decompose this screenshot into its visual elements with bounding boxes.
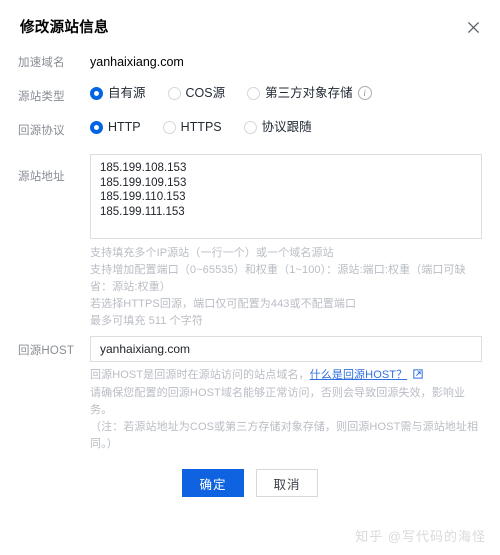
dialog-form: 加速域名 yanhaixiang.com 源站类型 自有源 COS源 第三方对象… (0, 52, 500, 497)
field-origin-host: yanhaixiang.com 回源HOST是回源时在源站访问的站点域名，什么是… (90, 336, 482, 453)
radio-label-origin-type-cos: COS源 (185, 86, 226, 100)
radio-mark-icon (162, 120, 176, 134)
helper-line: 支持增加配置端口（0~65535）和权重（1~100）：源站:端口:权重（端口可… (90, 264, 466, 293)
field-origin-address: 185.199.108.153 185.199.109.153 185.199.… (90, 154, 482, 330)
label-origin-address: 源站地址 (18, 171, 65, 183)
helper-line: 请确保您配置的回源HOST域名能够正常访问，否则会导致回源失效，影响业务。 (90, 387, 466, 416)
origin-address-textarea[interactable]: 185.199.108.153 185.199.109.153 185.199.… (90, 154, 482, 239)
info-circle-icon[interactable]: i (357, 86, 372, 100)
radio-mark-icon (243, 120, 257, 134)
label-origin-host: 回源HOST (18, 345, 75, 357)
confirm-button[interactable]: 确定 (182, 469, 244, 497)
page-title: 修改源站信息 (20, 19, 109, 36)
origin-host-input[interactable]: yanhaixiang.com (90, 336, 482, 362)
field-row-origin-host: 回源HOST yanhaixiang.com 回源HOST是回源时在源站访问的站… (18, 336, 482, 453)
origin-type-radio-group: 自有源 COS源 第三方对象存储 i (90, 86, 482, 100)
radio-protocol-follow[interactable]: 协议跟随 (243, 120, 312, 134)
field-row-origin-protocol: 回源协议 HTTP HTTPS 协议跟随 (18, 120, 482, 140)
origin-protocol-radio-group: HTTP HTTPS 协议跟随 (90, 120, 482, 134)
cancel-button[interactable]: 取消 (256, 469, 318, 497)
field-row-domain: 加速域名 yanhaixiang.com (18, 52, 482, 72)
what-is-origin-host-link[interactable]: 什么是回源HOST？ (310, 369, 408, 381)
helper-line: 若选择HTTPS回源，端口仅可配置为443或不配置端口 (90, 298, 357, 310)
field-row-origin-address: 源站地址 185.199.108.153 185.199.109.153 185… (18, 154, 482, 330)
radio-label-protocol-follow: 协议跟随 (261, 120, 312, 134)
field-origin-protocol: HTTP HTTPS 协议跟随 (90, 120, 482, 134)
label-origin-protocol: 回源协议 (18, 125, 65, 137)
domain-value: yanhaixiang.com (90, 55, 184, 69)
helper-line: 支持填充多个IP源站（一行一个）或一个域名源站 (90, 247, 334, 259)
dialog-header: 修改源站信息 (0, 0, 500, 52)
origin-address-helper: 支持填充多个IP源站（一行一个）或一个域名源站 支持增加配置端口（0~65535… (90, 239, 482, 330)
helper-line-with-link: 回源HOST是回源时在源站访问的站点域名，什么是回源HOST？ (90, 367, 482, 385)
radio-mark-icon (90, 120, 103, 134)
helper-line: （注：若源站地址为COS或第三方存储对象存储，则回源HOST需与源站地址相同。） (90, 421, 479, 450)
label-domain: 加速域名 (18, 57, 65, 69)
radio-mark-icon (90, 86, 103, 100)
radio-origin-type-self[interactable]: 自有源 (90, 86, 146, 100)
dialog-footer: 确定 取消 (18, 469, 482, 497)
label-origin-type: 源站类型 (18, 91, 65, 103)
radio-mark-icon (247, 86, 261, 100)
helper-line: 最多可填充 511 个字符 (90, 315, 203, 327)
helper-prefix-text: 回源HOST是回源时在源站访问的站点域名， (90, 369, 310, 381)
radio-label-origin-type-self: 自有源 (108, 86, 146, 100)
field-row-origin-type: 源站类型 自有源 COS源 第三方对象存储 i (18, 86, 482, 106)
radio-label-protocol-https: HTTPS (180, 120, 222, 134)
radio-protocol-https[interactable]: HTTPS (162, 120, 222, 134)
field-domain: yanhaixiang.com (90, 52, 482, 71)
external-link-icon[interactable] (413, 368, 423, 385)
radio-origin-type-thirdparty[interactable]: 第三方对象存储 i (247, 86, 372, 100)
radio-mark-icon (167, 86, 181, 100)
radio-protocol-http[interactable]: HTTP (90, 120, 141, 134)
radio-label-protocol-http: HTTP (108, 120, 141, 134)
radio-origin-type-cos[interactable]: COS源 (167, 86, 226, 100)
close-icon[interactable] (462, 16, 484, 38)
radio-label-origin-type-thirdparty: 第三方对象存储 (265, 86, 353, 100)
field-origin-type: 自有源 COS源 第三方对象存储 i (90, 86, 482, 100)
origin-host-helper: 回源HOST是回源时在源站访问的站点域名，什么是回源HOST？ 请确保您配置的回… (90, 362, 482, 453)
watermark: 知乎 @写代码的海怪 (355, 529, 486, 544)
modify-origin-dialog: 修改源站信息 加速域名 yanhaixiang.com 源站类型 自有源 COS… (0, 0, 500, 555)
